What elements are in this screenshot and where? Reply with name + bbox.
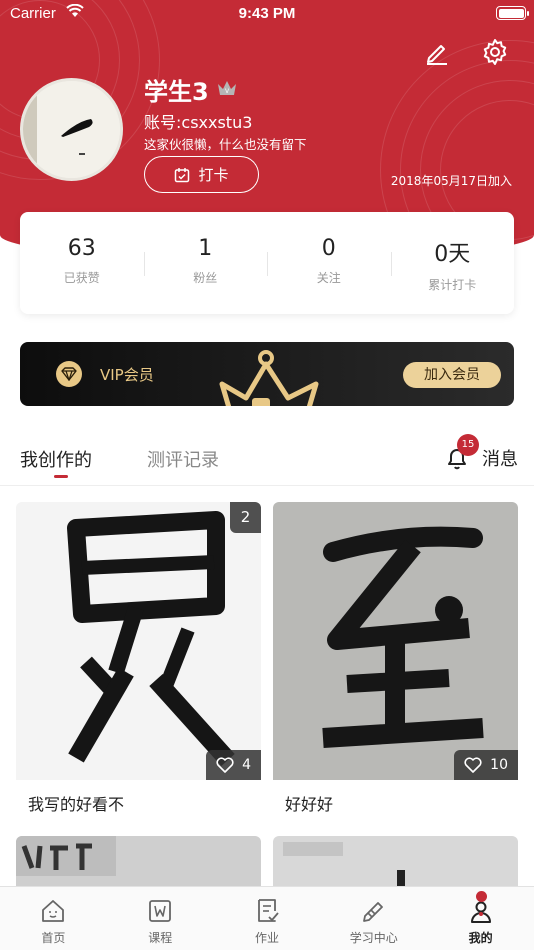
likes-count: 10 [490, 757, 508, 773]
tab-review-records[interactable]: 测评记录 [147, 446, 219, 472]
heart-icon [216, 757, 234, 773]
likes-badge[interactable]: 10 [454, 750, 518, 780]
content-tabs: 我创作的 测评记录 15 消息 [0, 430, 534, 486]
stat-following[interactable]: 0 关注 [267, 212, 391, 314]
nav-label: 我的 [468, 931, 493, 945]
messages-label: 消息 [482, 449, 518, 470]
diamond-icon [56, 361, 82, 387]
join-vip-button[interactable]: 加入会员 [403, 362, 501, 388]
heart-icon [464, 757, 482, 773]
bell-icon: 15 [444, 434, 479, 471]
home-icon [42, 900, 65, 922]
nav-active-dot [475, 891, 487, 902]
vip-crown-decoration-icon [219, 350, 319, 406]
checkin-label: 打卡 [198, 166, 229, 184]
nav-courses[interactable]: 课程 [107, 887, 214, 950]
stat-checkin-days[interactable]: 0天 累计打卡 [390, 212, 515, 314]
nav-label: 课程 [148, 931, 173, 945]
stat-value: 1 [198, 236, 213, 261]
likes-count: 4 [242, 757, 251, 773]
stat-label: 粉丝 [193, 271, 218, 285]
checkin-button[interactable]: 打卡 [144, 156, 259, 193]
vip-label: VIP会员 [100, 366, 154, 384]
message-count-badge: 15 [457, 434, 479, 456]
joined-date: 2018年05月17日加入 [390, 174, 512, 188]
study-center-icon [362, 902, 383, 922]
status-time: 9:43 PM [238, 5, 296, 22]
nav-label: 作业 [254, 931, 279, 945]
avatar[interactable] [20, 78, 123, 181]
account-id: 账号:csxxstu3 [144, 113, 253, 132]
homework-icon [258, 899, 279, 922]
stat-value: 0 [321, 236, 336, 261]
nav-label: 首页 [41, 931, 66, 945]
tab-my-creations[interactable]: 我创作的 [20, 446, 92, 472]
edit-icon[interactable] [423, 38, 451, 66]
likes-badge[interactable]: 4 [206, 750, 261, 780]
calendar-check-icon [175, 167, 190, 182]
bottom-tab-bar: 首页 课程 作业 学习中心 我的 [0, 886, 534, 950]
stat-value: 63 [67, 236, 96, 261]
stat-value: 0天 [434, 242, 471, 267]
messages-button[interactable]: 15 消息 [444, 434, 518, 471]
post-title: 我写的好看不 [28, 795, 125, 814]
status-bar: Carrier 9:43 PM [0, 0, 534, 28]
image-count-badge: 2 [230, 502, 261, 533]
post-card[interactable]: 10 好好好 [273, 502, 518, 815]
bio-text: 这家伙很懒，什么也没有留下 [144, 137, 307, 152]
post-title: 好好好 [285, 795, 334, 814]
course-icon [149, 900, 172, 922]
vip-banner[interactable]: VIP会员 加入会员 [20, 342, 514, 406]
vip-crown-icon: V [218, 81, 236, 95]
stats-card: 63 已获赞 1 粉丝 0 关注 0天 累计打卡 [20, 212, 514, 314]
stat-likes[interactable]: 63 已获赞 [20, 212, 144, 314]
post-card[interactable]: 2 4 我写的好看不 [16, 502, 261, 815]
post-image: 10 [273, 502, 518, 780]
nav-mine[interactable]: 我的 [427, 887, 534, 950]
active-tab-indicator [54, 475, 68, 478]
post-image: 2 4 [16, 502, 261, 780]
stat-label: 累计打卡 [428, 278, 477, 292]
stat-label: 关注 [316, 271, 341, 285]
username: 学生3 [144, 78, 209, 106]
nav-homework[interactable]: 作业 [214, 887, 321, 950]
stat-followers[interactable]: 1 粉丝 [143, 212, 268, 314]
nav-study-center[interactable]: 学习中心 [320, 887, 427, 950]
profile-page: Carrier 9:43 PM 学生3 V 账号:csxxstu3 这家伙很懒，… [0, 0, 534, 950]
stat-label: 已获赞 [63, 271, 100, 285]
battery-icon [496, 6, 529, 20]
nav-home[interactable]: 首页 [0, 887, 107, 950]
nav-label: 学习中心 [349, 931, 398, 945]
settings-gear-icon[interactable] [481, 38, 509, 66]
